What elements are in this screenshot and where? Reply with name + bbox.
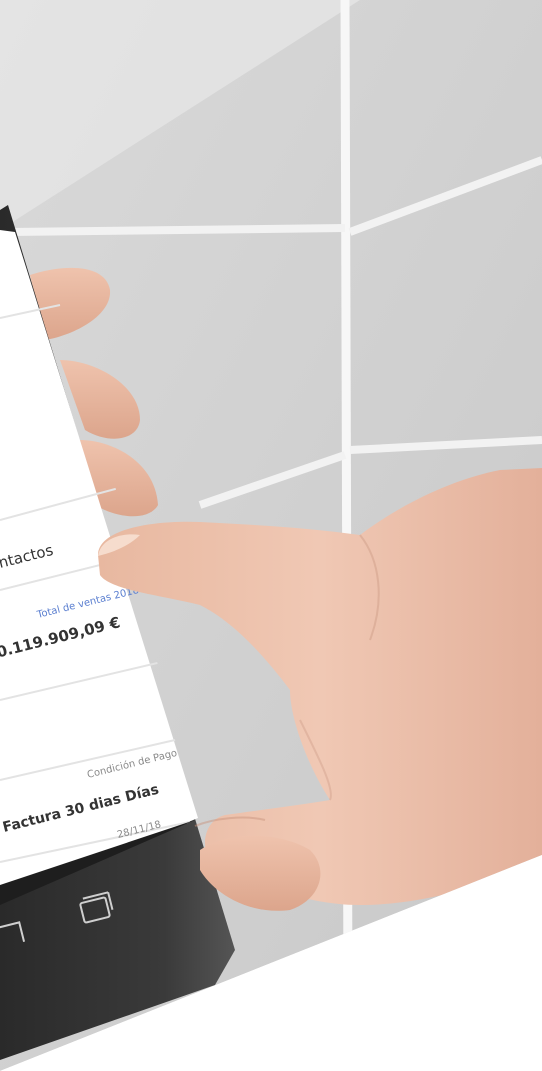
grout-line: [9, 224, 346, 236]
photo-scene: ntactos Total de ventas 2018 10.119.909,…: [0, 0, 542, 1071]
